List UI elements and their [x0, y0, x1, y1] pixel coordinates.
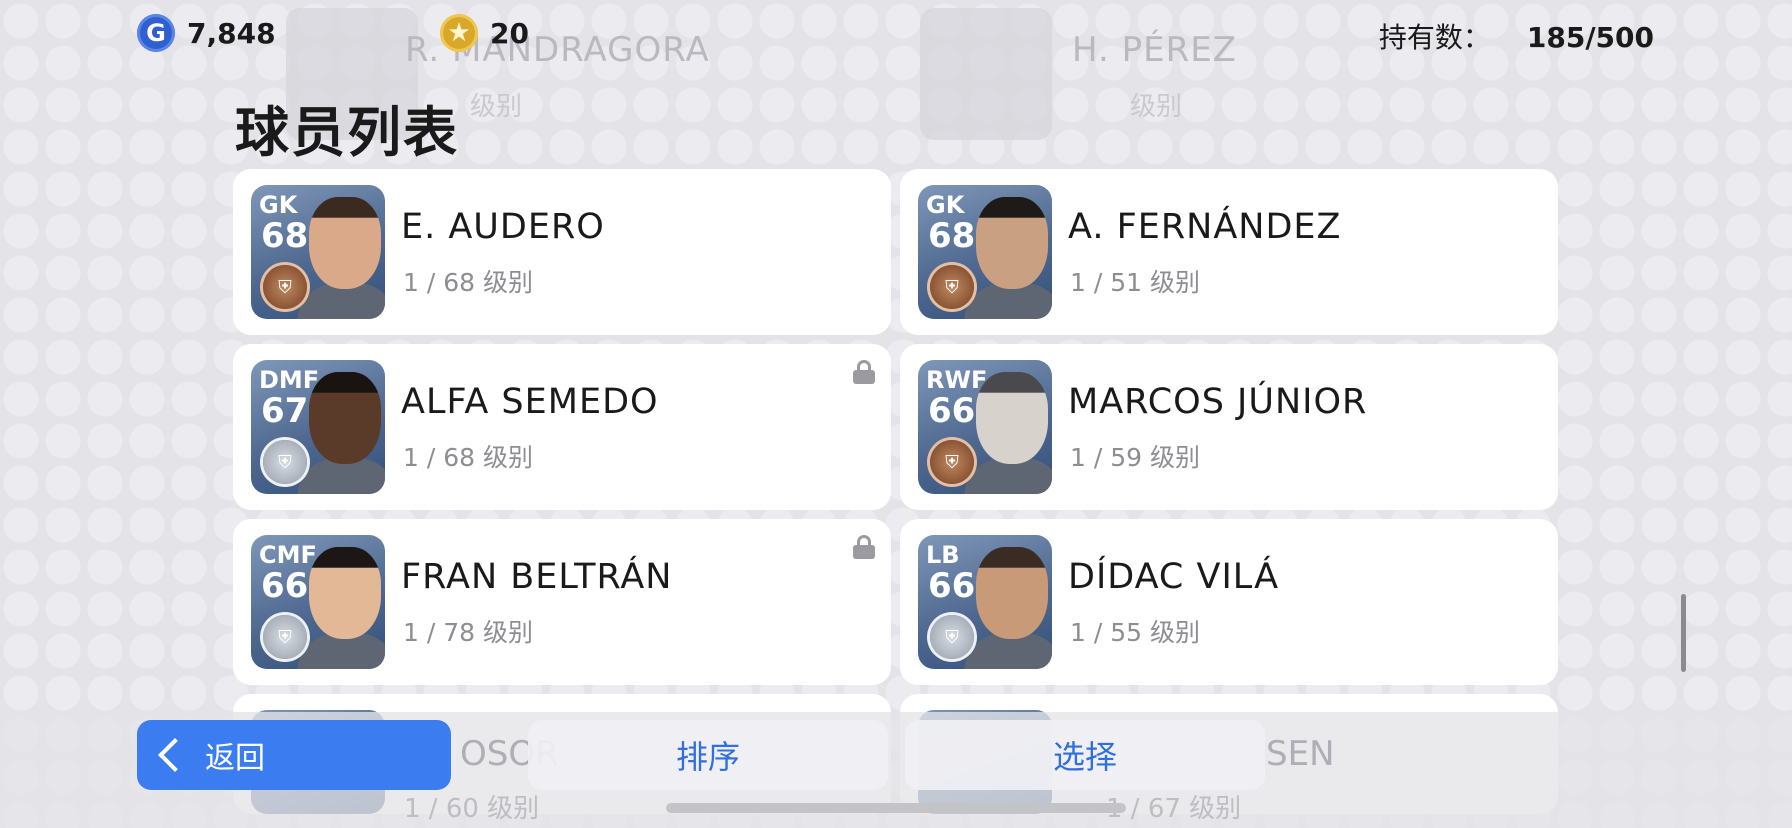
player-card[interactable]: GK 68 ⛨ E. AUDERO 1 / 68 级别	[233, 169, 891, 335]
player-avatar: CMF 66 ⛨	[251, 535, 385, 669]
ghost-sub-left: 级别	[470, 92, 523, 122]
player-level: 1 / 68 级别	[403, 443, 533, 472]
player-position: LB	[926, 541, 960, 569]
back-label: 返回	[205, 741, 265, 776]
player-level: 1 / 68 级别	[403, 268, 533, 297]
player-avatar: LB 66 ⛨	[918, 535, 1052, 669]
coin-value: 20	[490, 16, 529, 50]
player-name: A. FERNÁNDEZ	[1068, 207, 1342, 247]
hold-value: 185/500	[1526, 21, 1654, 54]
player-rating: 66	[928, 391, 976, 431]
player-card[interactable]: RWF 66 ⛨ MARCOS JÚNIOR 1 / 59 级别	[900, 344, 1558, 510]
player-rating: 67	[261, 391, 309, 431]
player-level: 1 / 55 级别	[1070, 618, 1200, 647]
back-button[interactable]: 返回	[137, 720, 451, 790]
player-rating: 68	[261, 216, 309, 256]
lock-icon	[853, 535, 875, 559]
home-indicator	[666, 803, 1126, 813]
page-title: 球员列表	[235, 101, 459, 164]
sort-label: 排序	[675, 738, 740, 776]
chevron-left-icon	[158, 738, 192, 772]
player-card[interactable]: GK 68 ⛨ A. FERNÁNDEZ 1 / 51 级别	[900, 169, 1558, 335]
player-face	[976, 547, 1048, 639]
rarity-medal-icon: ⛨	[930, 265, 974, 309]
player-name: E. AUDERO	[401, 207, 605, 247]
sort-button[interactable]: 排序	[528, 720, 888, 790]
player-level: 1 / 59 级别	[1070, 443, 1200, 472]
player-position: DMF	[259, 366, 320, 394]
player-avatar: GK 68 ⛨	[918, 185, 1052, 319]
player-name: FRAN BELTRÁN	[401, 557, 673, 597]
select-label: 选择	[1052, 738, 1117, 776]
player-rating: 66	[261, 566, 309, 606]
partial-level-right: 1 / 67 级别	[1106, 794, 1242, 824]
player-name: DÍDAC VILÁ	[1068, 557, 1280, 597]
player-face	[309, 547, 381, 639]
top-bar: G 7,848 ★ 20 持有数： 185/500	[0, 0, 1792, 70]
lock-icon	[853, 360, 875, 384]
player-rating: 66	[928, 566, 976, 606]
player-rating: 68	[928, 216, 976, 256]
player-name: ALFA SEMEDO	[401, 382, 659, 422]
player-face	[309, 372, 381, 464]
player-card[interactable]: CMF 66 ⛨ FRAN BELTRÁN 1 / 78 级别	[233, 519, 891, 685]
gp-value: 7,848	[187, 16, 276, 50]
player-face	[309, 197, 381, 289]
hold-label: 持有数：	[1378, 21, 1491, 54]
player-position: CMF	[259, 541, 317, 569]
gp-coin-icon: G	[137, 14, 175, 52]
player-level: 1 / 78 级别	[403, 618, 533, 647]
player-name: MARCOS JÚNIOR	[1068, 382, 1368, 422]
gp-display: G 7,848	[137, 14, 276, 52]
player-avatar: GK 68 ⛨	[251, 185, 385, 319]
rarity-medal-icon: ⛨	[930, 440, 974, 484]
rarity-medal-icon: ⛨	[263, 265, 307, 309]
player-position: GK	[926, 191, 965, 219]
hold-count: 持有数： 185/500	[1379, 16, 1654, 56]
partial-level-left: 1 / 60 级别	[404, 794, 540, 824]
player-position: RWF	[926, 366, 988, 394]
select-button[interactable]: 选择	[905, 720, 1265, 790]
scrollbar[interactable]	[1681, 594, 1686, 672]
player-level: 1 / 51 级别	[1070, 268, 1200, 297]
player-card[interactable]: LB 66 ⛨ DÍDAC VILÁ 1 / 55 级别	[900, 519, 1558, 685]
player-position: GK	[259, 191, 298, 219]
player-face	[976, 197, 1048, 289]
rarity-medal-icon: ⛨	[263, 615, 307, 659]
player-avatar: RWF 66 ⛨	[918, 360, 1052, 494]
rarity-medal-icon: ⛨	[263, 440, 307, 484]
star-coin-icon: ★	[440, 14, 478, 52]
coin-display: ★ 20	[440, 14, 529, 52]
rarity-medal-icon: ⛨	[930, 615, 974, 659]
player-card[interactable]: DMF 67 ⛨ ALFA SEMEDO 1 / 68 级别	[233, 344, 891, 510]
ghost-sub-right: 级别	[1130, 92, 1183, 122]
partial-name-right: SEN	[1266, 734, 1335, 774]
player-avatar: DMF 67 ⛨	[251, 360, 385, 494]
